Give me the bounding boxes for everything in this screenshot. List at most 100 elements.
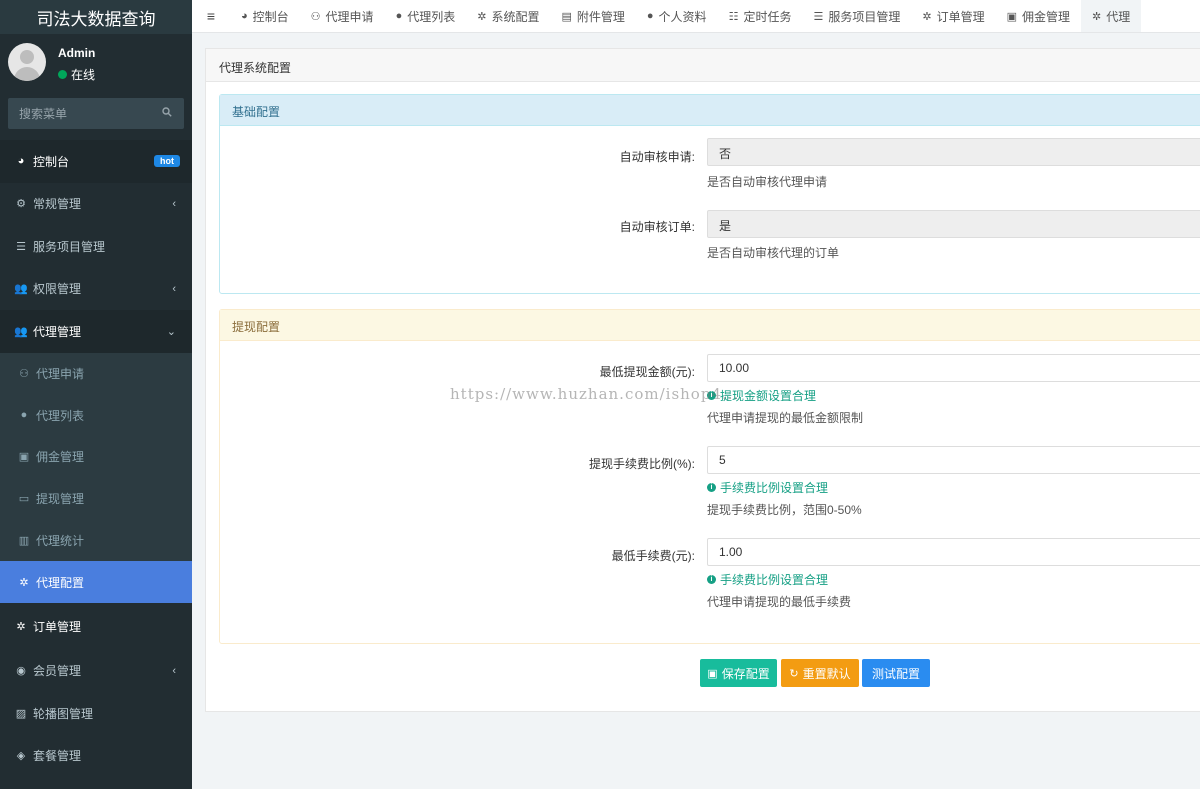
sidebar-item-label: 代理统计 [36, 534, 85, 549]
fee-rate-input[interactable]: 5 [707, 446, 1200, 474]
menu-toggle-icon[interactable]: ≡ [192, 8, 230, 24]
tab-label: 控制台 [252, 9, 289, 24]
tab-attachments[interactable]: ▤ 附件管理 [550, 0, 635, 32]
field-label: 自动审核申请: [619, 150, 695, 164]
sidebar-menu: ◕ 控制台 hot ⚙ 常规管理 ‹ ☰ 服务项目管理 👥 权限管理 ‹ 👥 代… [0, 140, 192, 777]
validation-text: 手续费比例设置合理 [720, 573, 829, 587]
reset-button[interactable]: ↻ 重置默认 [781, 659, 859, 687]
tab-agent-list[interactable]: ● 代理列表 [385, 0, 467, 32]
field-label: 最低提现金额(元): [599, 365, 695, 379]
gear-icon: ✲ [16, 620, 26, 633]
sidebar-item-label: 代理配置 [36, 575, 85, 590]
sidebar-item-orders[interactable]: ✲ 订单管理 [0, 603, 192, 649]
avatar[interactable] [8, 43, 46, 81]
min-fee-input[interactable]: 1.00 [707, 538, 1200, 566]
sidebar-item-services[interactable]: ☰ 服务项目管理 [0, 225, 192, 268]
button-label: 重置默认 [802, 666, 851, 681]
field-label: 最低手续费(元): [611, 549, 695, 563]
sidebar-item-label: 服务项目管理 [33, 239, 106, 254]
auto-approve-apply-field[interactable]: 否 [707, 138, 1200, 166]
sidebar-item-label: 提现管理 [36, 492, 85, 507]
tab-cron[interactable]: ☷ 定时任务 [718, 0, 803, 32]
tab-system-config[interactable]: ✲ 系统配置 [466, 0, 550, 32]
user-icon: ● [20, 409, 28, 422]
watermark: https://www.huzhan.com/ishop4... [450, 385, 740, 403]
chevron-left-icon: ‹ [172, 664, 176, 677]
user-status: 在线 [58, 66, 95, 83]
tab-agent-config[interactable]: ✲ 代理 [1081, 0, 1142, 32]
withdraw-config-section: 提现配置 最低提现金额(元): 10.00 i 提现金额设置合理 代理申请提现的最… [219, 309, 1200, 644]
tab-agent-apply[interactable]: ⚇ 代理申请 [300, 0, 385, 32]
sidebar-item-agent-mgmt[interactable]: 👥 代理管理 ⌄ [0, 310, 192, 353]
money-icon: ▣ [18, 451, 30, 464]
user-panel: Admin 在线 [0, 34, 192, 96]
sidebar-item-label: 代理管理 [33, 324, 82, 339]
field-help: 是否自动审核代理申请 [707, 175, 828, 189]
test-button[interactable]: 测试配置 [862, 659, 930, 687]
validation-text: 手续费比例设置合理 [720, 481, 829, 495]
image-icon: ▨ [15, 707, 27, 720]
dashboard-icon: ◕ [17, 155, 25, 168]
sidebar-item-packages[interactable]: ◈ 套餐管理 [0, 734, 192, 777]
sidebar-item-dashboard[interactable]: ◕ 控制台 hot [0, 140, 192, 183]
user-plus-icon: ⚇ [310, 10, 321, 23]
file-icon: ▤ [561, 10, 572, 23]
tab-label: 定时任务 [743, 9, 792, 24]
sidebar-item-label: 代理列表 [36, 408, 85, 423]
auto-approve-order-field[interactable]: 是 [707, 210, 1200, 238]
sidebar: 司法大数据查询 Admin 在线 ◕ 控制台 hot ⚙ 常规管理 ‹ ☰ 服务… [0, 0, 192, 789]
tab-label: 个人资料 [658, 9, 707, 24]
tab-label: 代理列表 [407, 9, 456, 24]
menu-search [8, 98, 184, 129]
sidebar-item-label: 佣金管理 [36, 450, 85, 465]
sidebar-item-label: 轮播图管理 [33, 706, 94, 721]
tab-label: 代理申请 [325, 9, 374, 24]
credit-card-icon: ▭ [18, 493, 30, 506]
sidebar-item-agent-stats[interactable]: ▥ 代理统计 [0, 519, 192, 562]
config-panel: 代理系统配置 基础配置 自动审核申请: 否 是否自动审核代理申请 自动审核订单:… [205, 48, 1200, 712]
min-withdraw-input[interactable]: 10.00 [707, 354, 1200, 382]
validation-ok: i 手续费比例设置合理 [707, 479, 828, 496]
sidebar-item-commission[interactable]: ▣ 佣金管理 [0, 436, 192, 478]
sidebar-item-general[interactable]: ⚙ 常规管理 ‹ [0, 183, 192, 226]
gear-icon: ✲ [922, 10, 932, 23]
brand-title[interactable]: 司法大数据查询 [0, 0, 192, 34]
sidebar-item-agent-apply[interactable]: ⚇ 代理申请 [0, 352, 192, 395]
tab-dashboard[interactable]: ◕ 控制台 [230, 0, 300, 32]
tab-label: 附件管理 [576, 9, 625, 24]
sidebar-item-permissions[interactable]: 👥 权限管理 ‹ [0, 268, 192, 311]
search-icon[interactable] [162, 107, 172, 117]
gear-icon: ✲ [19, 576, 29, 589]
field-label: 提现手续费比例(%): [589, 457, 695, 471]
save-icon: ▣ [707, 667, 718, 680]
info-circle-icon: i [707, 483, 716, 492]
bar-chart-icon: ▥ [18, 535, 30, 548]
tab-orders[interactable]: ✲ 订单管理 [911, 0, 995, 32]
sidebar-item-withdraw[interactable]: ▭ 提现管理 [0, 477, 192, 520]
button-label: 测试配置 [871, 666, 920, 681]
save-button[interactable]: ▣ 保存配置 [700, 659, 777, 687]
gear-icon: ✲ [1092, 10, 1102, 23]
tab-label: 代理 [1106, 9, 1131, 24]
sidebar-item-agent-config[interactable]: ✲ 代理配置 [0, 561, 192, 604]
sidebar-item-agent-list[interactable]: ● 代理列表 [0, 394, 192, 437]
search-input[interactable] [8, 98, 184, 129]
chevron-left-icon: ‹ [172, 197, 176, 210]
tab-profile[interactable]: ● 个人资料 [636, 0, 718, 32]
sidebar-item-label: 代理申请 [36, 366, 85, 381]
tab-bar: ≡ ◕ 控制台 ⚇ 代理申请 ● 代理列表 ✲ 系统配置 ▤ 附件管理 ● 个人资料 ☷ 定时… [192, 0, 1200, 33]
sidebar-item-label: 常规管理 [33, 197, 82, 212]
tab-services[interactable]: ☰ 服务项目管理 [802, 0, 911, 32]
tab-commission[interactable]: ▣ 佣金管理 [996, 0, 1081, 32]
section-title: 基础配置 [220, 95, 1200, 126]
group-icon: 👥 [14, 325, 28, 338]
sidebar-item-label: 权限管理 [33, 282, 82, 297]
list-icon: ☰ [813, 10, 824, 23]
field-help: 是否自动审核代理的订单 [707, 246, 840, 260]
sidebar-item-carousel[interactable]: ▨ 轮播图管理 [0, 692, 192, 735]
refresh-icon: ↻ [789, 667, 799, 680]
sidebar-item-members[interactable]: ◉ 会员管理 ‹ [0, 649, 192, 692]
money-icon: ▣ [1006, 10, 1017, 23]
field-label: 自动审核订单: [619, 220, 695, 234]
user-icon: ● [646, 10, 654, 22]
